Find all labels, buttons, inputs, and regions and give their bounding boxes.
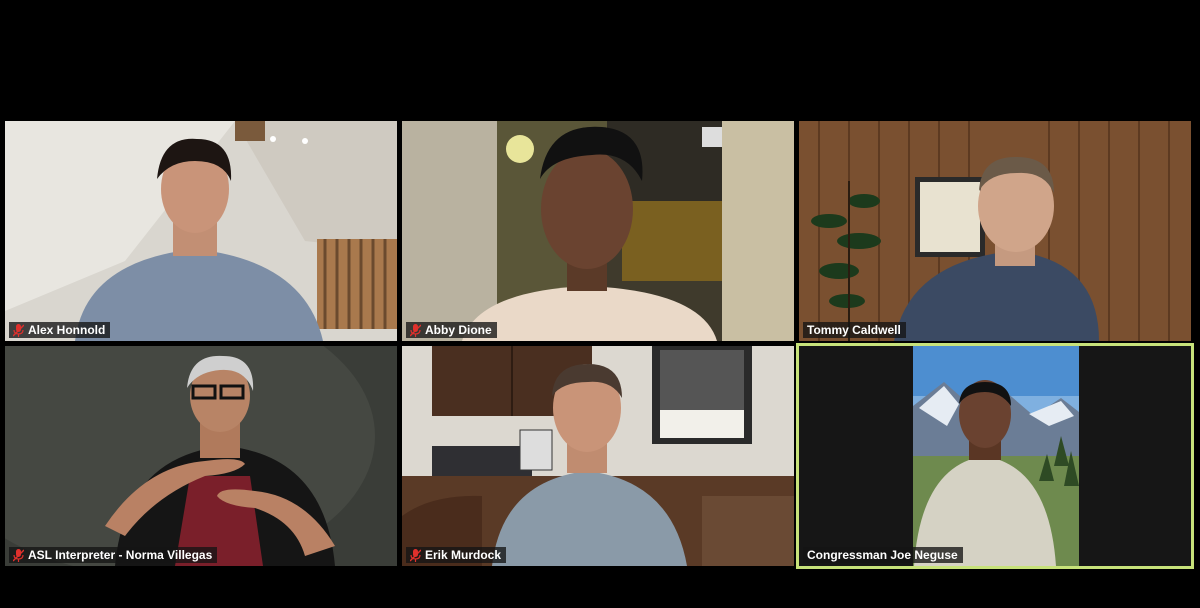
participant-video [799, 121, 1191, 341]
video-tile-joe-neguse[interactable]: Congressman Joe Neguse [796, 343, 1194, 569]
video-tile-abby-dione[interactable]: Abby Dione [402, 121, 794, 341]
participant-nameplate: Erik Murdock [406, 547, 507, 563]
participant-name: ASL Interpreter - Norma Villegas [28, 548, 213, 562]
mic-muted-icon [410, 548, 421, 562]
mic-muted-icon [410, 323, 421, 337]
video-tile-erik-murdock[interactable]: Erik Murdock [402, 346, 794, 566]
video-tile-asl-interpreter[interactable]: ASL Interpreter - Norma Villegas [5, 346, 397, 566]
mic-muted-icon [13, 323, 24, 337]
video-tile-tommy-caldwell[interactable]: Tommy Caldwell [799, 121, 1191, 341]
participant-nameplate: Congressman Joe Neguse [803, 547, 963, 563]
participant-video [5, 121, 397, 341]
participant-name: Congressman Joe Neguse [807, 548, 958, 562]
participant-nameplate: Tommy Caldwell [803, 322, 906, 338]
participant-name: Alex Honnold [28, 323, 106, 337]
participant-video [402, 346, 794, 566]
participant-name: Tommy Caldwell [807, 323, 901, 337]
participant-nameplate: Abby Dione [406, 322, 497, 338]
participant-nameplate: ASL Interpreter - Norma Villegas [9, 547, 218, 563]
participant-nameplate: Alex Honnold [9, 322, 111, 338]
participant-name: Erik Murdock [425, 548, 502, 562]
participant-video [5, 346, 397, 566]
participant-video [402, 121, 794, 341]
video-tile-alex-honnold[interactable]: Alex Honnold [5, 121, 397, 341]
participant-name: Abby Dione [425, 323, 492, 337]
participant-video [799, 346, 1191, 566]
mic-muted-icon [13, 548, 24, 562]
